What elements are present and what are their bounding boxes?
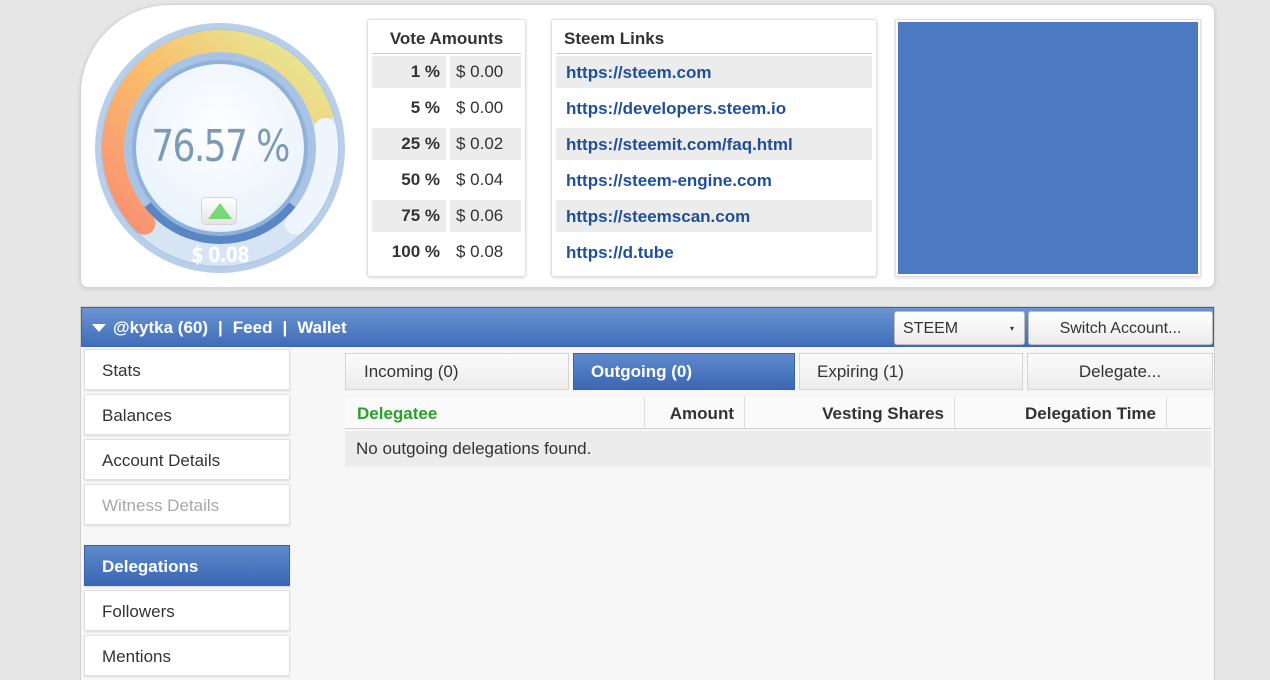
link-developers[interactable]: https://developers.steem.io xyxy=(556,92,872,124)
table-header: Delegatee Amount Vesting Shares Delegati… xyxy=(345,397,1211,429)
sidebar-item-account-details[interactable]: Account Details xyxy=(84,439,290,480)
tab-outgoing[interactable]: Outgoing (0) xyxy=(573,353,795,390)
steem-links-card: Steem Links https://steem.com https://de… xyxy=(551,19,877,277)
wallet-link[interactable]: Wallet xyxy=(297,308,346,348)
vote-amount: $ 0.00 xyxy=(456,98,504,117)
sidebar-item-mentions[interactable]: Mentions xyxy=(84,635,290,676)
vote-percent: 25 % xyxy=(372,128,446,160)
sidebar-item-followers[interactable]: Followers xyxy=(84,590,290,631)
feed-link[interactable]: Feed xyxy=(233,308,273,348)
switch-account-button[interactable]: Switch Account... xyxy=(1028,311,1213,345)
separator: | xyxy=(282,318,288,337)
column-delegatee[interactable]: Delegatee xyxy=(345,397,645,428)
sidebar-item-delegations[interactable]: Delegations xyxy=(84,545,290,586)
currency-select[interactable]: STEEM ▾ xyxy=(894,311,1025,345)
separator: | xyxy=(218,318,223,337)
sidebar-item-witness-details: Witness Details xyxy=(84,484,290,525)
vote-row: 50 % $ 0.04 xyxy=(372,162,521,198)
link-row: https://steem-engine.com xyxy=(556,162,872,198)
ad-placeholder xyxy=(895,19,1201,277)
vote-row: 5 % $ 0.00 xyxy=(372,90,521,126)
vote-percent: 75 % xyxy=(372,200,446,232)
link-steem-engine[interactable]: https://steem-engine.com xyxy=(556,164,872,196)
voting-power-percent: 76.57 % xyxy=(151,121,290,172)
link-row: https://steemscan.com xyxy=(556,198,872,234)
link-steem[interactable]: https://steem.com xyxy=(556,56,872,88)
sidebar-item-balances[interactable]: Balances xyxy=(84,394,290,435)
vote-percent: 5 % xyxy=(410,98,440,117)
tab-expiring[interactable]: Expiring (1) xyxy=(799,353,1023,390)
sidebar: Stats Balances Account Details Witness D… xyxy=(84,349,290,680)
delegation-tabs: Incoming (0) Outgoing (0) Expiring (1) D… xyxy=(345,353,1213,390)
vote-amount: $ 0.00 xyxy=(450,56,521,88)
link-faq[interactable]: https://steemit.com/faq.html xyxy=(556,128,872,160)
vote-row: 75 % $ 0.06 xyxy=(372,198,521,234)
vote-amounts-card: Vote Amounts 1 % $ 0.00 5 % $ 0.00 25 % … xyxy=(367,19,526,277)
vote-percent: 1 % xyxy=(372,56,446,88)
voting-power-gauge: 76.57 % $ 0.08 xyxy=(93,21,347,275)
link-row: https://developers.steem.io xyxy=(556,90,872,126)
delegations-table: Delegatee Amount Vesting Shares Delegati… xyxy=(345,397,1211,467)
currency-value: STEEM xyxy=(903,320,959,337)
vote-percent: 50 % xyxy=(401,170,440,189)
vote-amount: $ 0.02 xyxy=(450,128,521,160)
collapse-triangle-icon[interactable] xyxy=(92,324,106,332)
vote-amount: $ 0.04 xyxy=(456,170,504,189)
voting-power-panel: 76.57 % $ 0.08 Vote Amounts 1 % $ 0.00 5… xyxy=(80,4,1215,288)
vote-value: $ 0.08 xyxy=(191,243,249,267)
steem-links-title: Steem Links xyxy=(556,20,872,54)
account-name[interactable]: @kytka (60) xyxy=(113,308,208,348)
vote-amounts-title: Vote Amounts xyxy=(372,20,521,54)
vote-row: 1 % $ 0.00 xyxy=(372,54,521,90)
link-steemscan[interactable]: https://steemscan.com xyxy=(556,200,872,232)
column-delegation-time[interactable]: Delegation Time xyxy=(955,397,1167,428)
link-row: https://steemit.com/faq.html xyxy=(556,126,872,162)
vote-amount: $ 0.06 xyxy=(450,200,521,232)
delegate-button[interactable]: Delegate... xyxy=(1027,353,1213,390)
sidebar-item-stats[interactable]: Stats xyxy=(84,349,290,390)
chevron-down-icon: ▾ xyxy=(1009,324,1014,333)
account-header-bar: @kytka (60) | Feed | Wallet STEEM ▾ Swit… xyxy=(81,307,1214,347)
tab-incoming[interactable]: Incoming (0) xyxy=(345,353,569,390)
vote-percent: 100 % xyxy=(391,242,440,261)
vote-row: 100 % $ 0.08 xyxy=(372,234,521,270)
column-vesting-shares[interactable]: Vesting Shares xyxy=(745,397,955,428)
empty-message: No outgoing delegations found. xyxy=(345,431,1211,467)
account-panel: @kytka (60) | Feed | Wallet STEEM ▾ Swit… xyxy=(80,306,1215,680)
link-row: https://steem.com xyxy=(556,54,872,90)
link-row: https://d.tube xyxy=(556,234,872,270)
up-arrow-icon[interactable] xyxy=(201,197,237,225)
column-amount[interactable]: Amount xyxy=(645,397,745,428)
vote-amount: $ 0.08 xyxy=(456,242,504,261)
link-dtube[interactable]: https://d.tube xyxy=(556,236,872,268)
vote-row: 25 % $ 0.02 xyxy=(372,126,521,162)
